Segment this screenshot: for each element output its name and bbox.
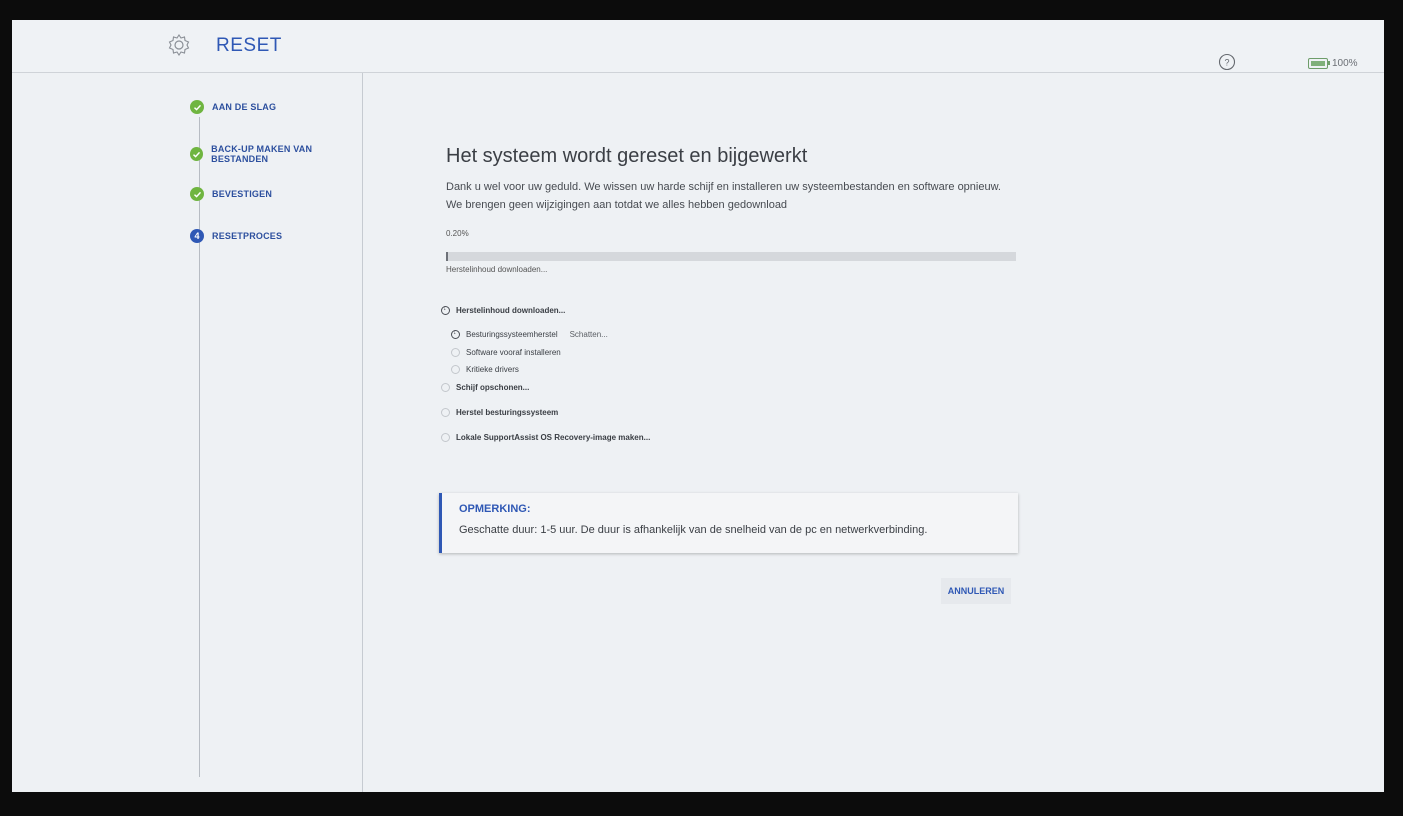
page-title: Het systeem wordt gereset en bijgewerkt bbox=[446, 145, 808, 167]
description-line-1: Dank u wel voor uw geduld. We wissen uw … bbox=[446, 181, 1001, 193]
screen: RESET ? 100% AAN DE SLAG BACK-UP MAKEN V… bbox=[12, 20, 1384, 792]
battery-indicator: 100% bbox=[1308, 58, 1358, 69]
progress-fill bbox=[446, 252, 448, 261]
task-status: Schatten... bbox=[569, 330, 608, 339]
battery-icon bbox=[1308, 58, 1330, 69]
progress-percent: 0.20% bbox=[446, 229, 469, 238]
task-software-vooraf: Software vooraf installeren bbox=[451, 348, 561, 357]
description-line-2: We brengen geen wijzigingen aan totdat w… bbox=[446, 199, 788, 211]
task-herstelinhoud: Herstelinhoud downloaden... bbox=[441, 305, 566, 315]
progress-bar bbox=[446, 252, 1016, 261]
pending-circle-icon bbox=[451, 365, 460, 374]
task-label: Besturingssysteemherstel bbox=[466, 330, 558, 339]
check-icon bbox=[190, 187, 204, 201]
top-bar: RESET ? 100% bbox=[12, 20, 1384, 73]
download-icon bbox=[441, 305, 450, 315]
step-connector bbox=[199, 117, 200, 777]
task-label: Herstelinhoud downloaden... bbox=[456, 306, 566, 315]
app-title: RESET bbox=[216, 35, 282, 56]
note-text: Geschatte duur: 1-5 uur. De duur is afha… bbox=[459, 524, 928, 536]
step-aan-de-slag: AAN DE SLAG bbox=[190, 100, 276, 114]
check-icon bbox=[190, 100, 204, 114]
progress-label: Herstelinhoud downloaden... bbox=[446, 265, 548, 274]
battery-level: 100% bbox=[1332, 58, 1358, 69]
download-icon bbox=[451, 329, 460, 339]
pending-circle-icon bbox=[441, 433, 450, 442]
steps-sidebar: AAN DE SLAG BACK-UP MAKEN VAN BESTANDEN … bbox=[12, 73, 363, 792]
pending-circle-icon bbox=[441, 408, 450, 417]
task-lokale-supportassist: Lokale SupportAssist OS Recovery-image m… bbox=[441, 433, 650, 442]
step-label: BEVESTIGEN bbox=[212, 189, 273, 199]
task-schijf-opschonen: Schijf opschonen... bbox=[441, 383, 529, 392]
gear-icon bbox=[166, 32, 192, 58]
task-label: Herstel besturingssysteem bbox=[456, 408, 559, 417]
cancel-button[interactable]: ANNULEREN bbox=[941, 578, 1011, 604]
svg-text:?: ? bbox=[1224, 58, 1229, 68]
task-label: Software vooraf installeren bbox=[466, 348, 561, 357]
step-number-badge: 4 bbox=[190, 229, 204, 243]
task-label: Lokale SupportAssist OS Recovery-image m… bbox=[456, 433, 651, 442]
step-label: RESETPROCES bbox=[212, 231, 283, 241]
step-resetproces: 4 RESETPROCES bbox=[190, 229, 282, 243]
task-label: Kritieke drivers bbox=[466, 365, 519, 374]
step-label: AAN DE SLAG bbox=[212, 102, 277, 112]
step-back-up: BACK-UP MAKEN VAN BESTANDEN bbox=[190, 144, 362, 164]
task-label: Schijf opschonen... bbox=[456, 383, 530, 392]
pending-circle-icon bbox=[441, 383, 450, 392]
step-bevestigen: BEVESTIGEN bbox=[190, 187, 272, 201]
task-kritieke-drivers: Kritieke drivers bbox=[451, 365, 519, 374]
pending-circle-icon bbox=[451, 348, 460, 357]
help-icon[interactable]: ? bbox=[1218, 53, 1236, 71]
task-besturingssysteemherstel: Besturingssysteemherstel Schatten... bbox=[451, 329, 608, 339]
note-box: OPMERKING: Geschatte duur: 1-5 uur. De d… bbox=[439, 493, 1018, 553]
main-content: Het systeem wordt gereset en bijgewerkt … bbox=[363, 73, 1384, 792]
note-title: OPMERKING: bbox=[459, 503, 531, 515]
check-icon bbox=[190, 147, 204, 161]
task-herstel-besturingssysteem: Herstel besturingssysteem bbox=[441, 408, 558, 417]
step-label: BACK-UP MAKEN VAN BESTANDEN bbox=[211, 144, 313, 164]
